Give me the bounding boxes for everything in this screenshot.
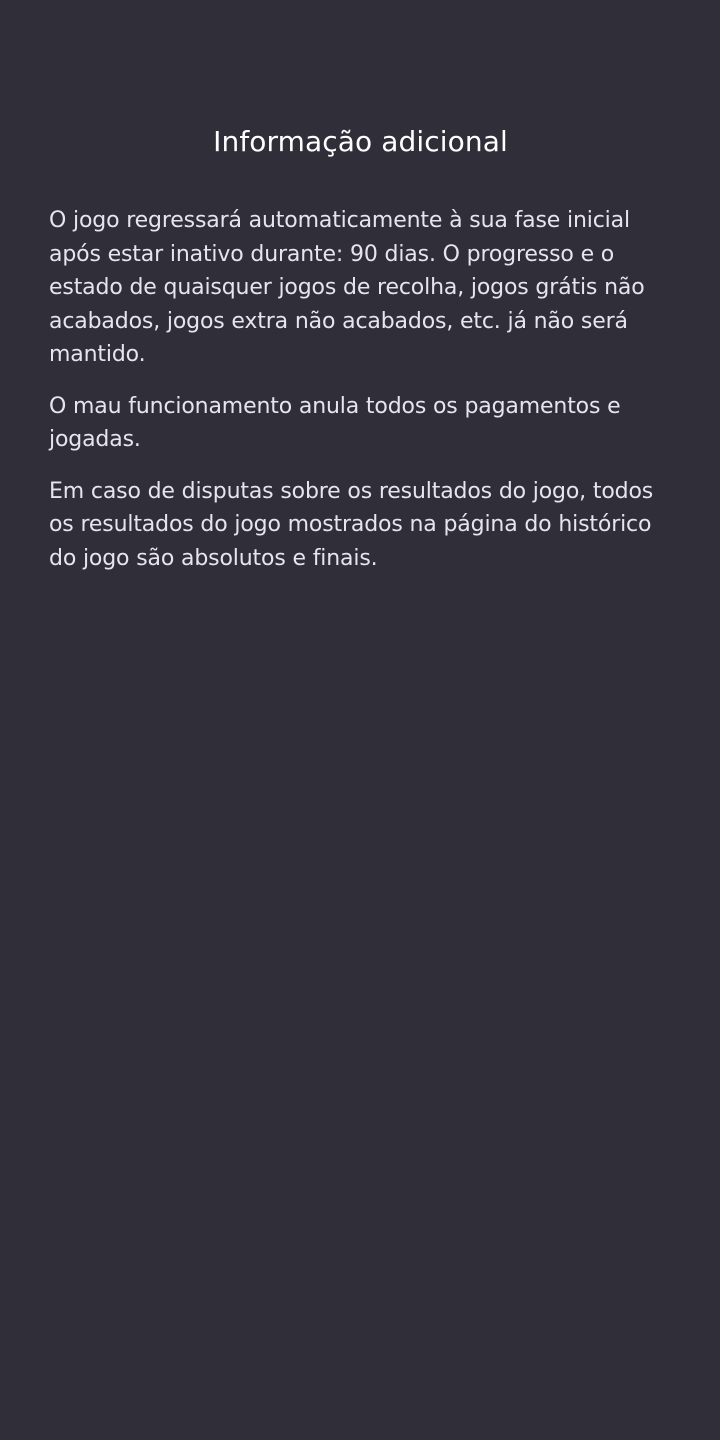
additional-info-screen: Informação adicional O jogo regressará a…: [0, 0, 720, 1440]
info-content: O jogo regressará automaticamente à sua …: [49, 204, 672, 575]
malfunction-paragraph: O mau funcionamento anula todos os pagam…: [49, 393, 621, 453]
page-title: Informação adicional: [213, 125, 508, 158]
inactivity-reset-paragraph: O jogo regressará automaticamente à sua …: [49, 208, 645, 367]
disputes-paragraph: Em caso de disputas sobre os resultados …: [49, 478, 654, 571]
